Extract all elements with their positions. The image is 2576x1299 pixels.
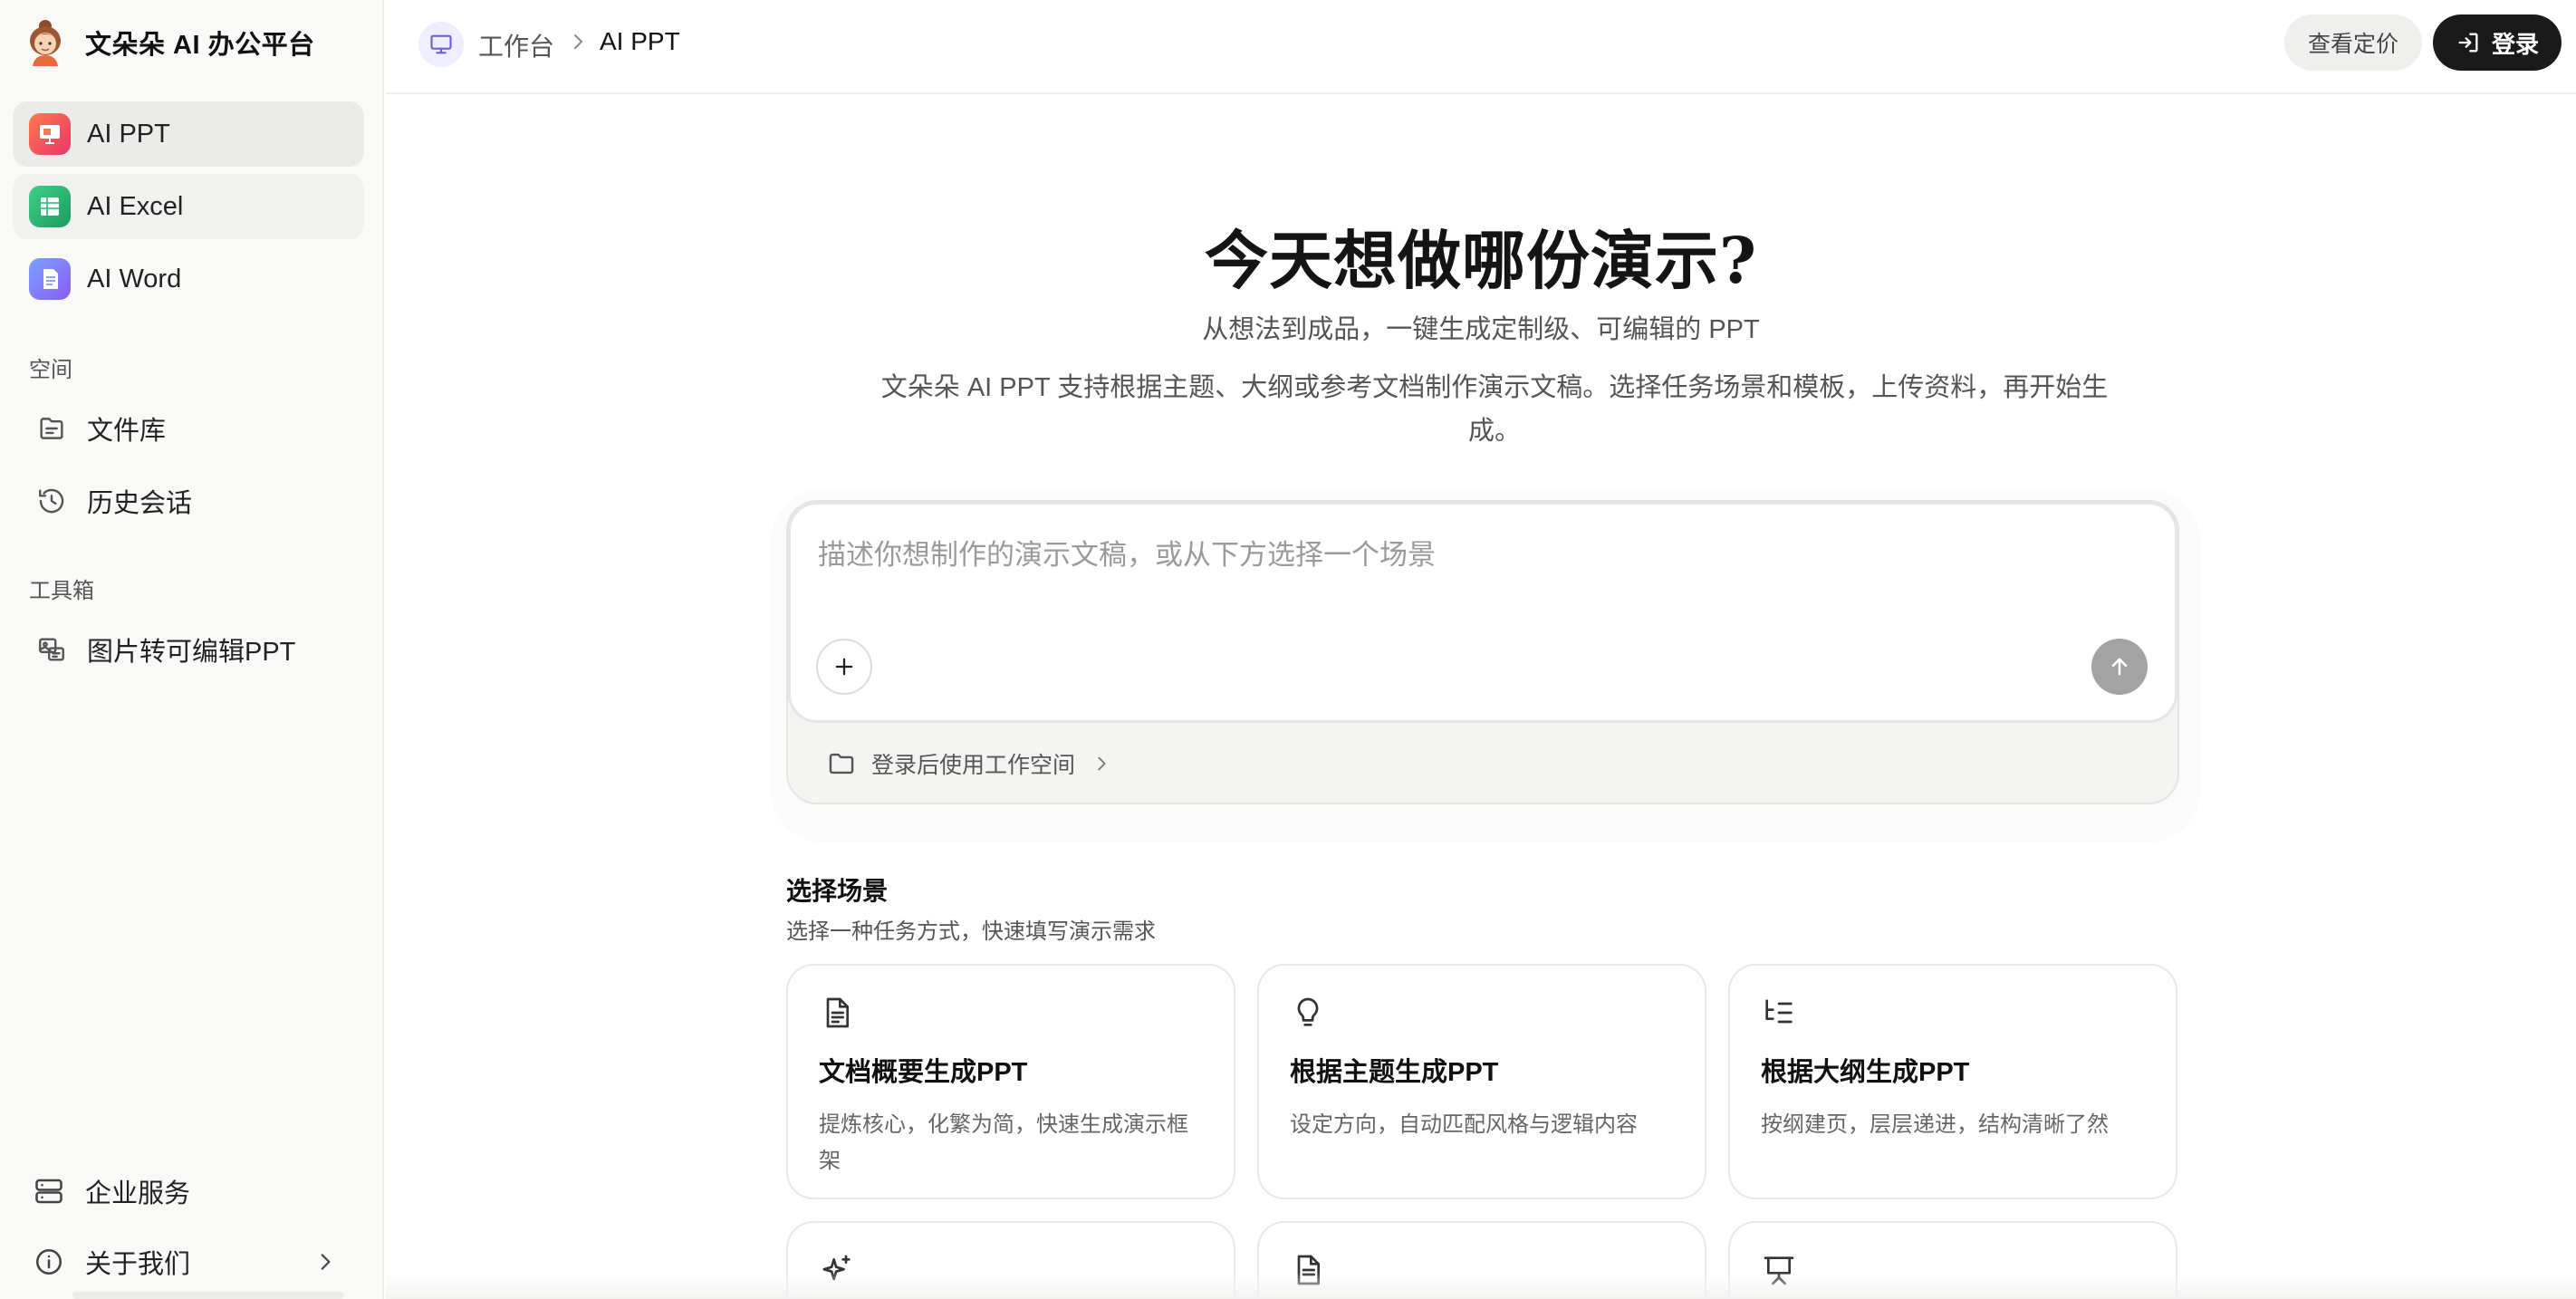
- prompt-composer: [788, 502, 2177, 723]
- sidebar-item-image-to-ppt[interactable]: 图片转可编辑PPT: [13, 618, 364, 681]
- bottom-fade: [386, 1272, 2576, 1299]
- sidebar-item-label: AI Excel: [87, 191, 184, 221]
- chevron-right-icon: [321, 1254, 331, 1270]
- scene-card-topic[interactable]: 根据主题生成PPT 设定方向，自动匹配风格与逻辑内容: [1257, 964, 1706, 1199]
- sidebar-item-label: 关于我们: [85, 1250, 191, 1279]
- sidebar-item-ai-word[interactable]: AI Word: [13, 246, 364, 312]
- chevron-right-icon: [1098, 756, 1106, 771]
- section-label-toolbox: 工具箱: [29, 579, 94, 603]
- top-header: 工作台 AI PPT 查看定价 登录: [386, 0, 2576, 94]
- folder-icon: [829, 753, 854, 775]
- scene-card-desc: 提炼核心，化繁为简，快速生成演示框架: [819, 1112, 1188, 1173]
- folder-library-icon: [40, 418, 63, 439]
- scenes-title: 选择场景: [786, 877, 889, 905]
- login-label: 登录: [2491, 30, 2539, 58]
- sidebar-item-label: AI Word: [87, 264, 182, 293]
- scene-card-outline[interactable]: 根据大纲生成PPT 按纲建页，层层递进，结构清晰了然: [1728, 964, 2177, 1199]
- scene-card-desc: 设定方向，自动匹配风格与逻辑内容: [1290, 1112, 1638, 1137]
- sidebar-item-label: 文件库: [87, 417, 167, 446]
- brand-avatar-icon: [30, 20, 61, 66]
- login-button[interactable]: 登录: [2433, 14, 2562, 71]
- sidebar-item-enterprise[interactable]: 企业服务: [13, 1161, 364, 1221]
- add-attachment-button[interactable]: [816, 639, 872, 695]
- login-icon: [2458, 33, 2478, 53]
- sidebar-item-about[interactable]: 关于我们: [13, 1232, 364, 1292]
- section-label-space: 空间: [29, 358, 72, 382]
- chevron-right-icon: [574, 34, 582, 49]
- history-icon: [39, 488, 64, 514]
- outline-icon: [1765, 999, 1793, 1024]
- sidebar-item-ai-ppt[interactable]: AI PPT: [13, 101, 364, 167]
- scene-card-title: 根据主题生成PPT: [1290, 1058, 1499, 1087]
- sidebar: 文朵朵 AI 办公平台 AI PPT AI Excel AI Word 空间 文…: [0, 0, 384, 1299]
- word-app-icon: [29, 258, 71, 300]
- scenes-subtitle: 选择一种任务方式，快速填写演示需求: [786, 919, 1156, 944]
- excel-app-icon: [29, 186, 71, 227]
- workspace-login-link[interactable]: 登录后使用工作空间: [826, 743, 1111, 784]
- breadcrumb-current: AI PPT: [600, 27, 680, 55]
- image-convert-icon: [39, 638, 64, 661]
- page-subtitle: 从想法到成品，一键生成定制级、可编辑的 PPT: [1202, 315, 1760, 344]
- lightbulb-icon: [1297, 997, 1319, 1026]
- plus-icon: [835, 658, 853, 676]
- breadcrumb-root[interactable]: 工作台: [478, 27, 554, 63]
- sidebar-item-label: AI PPT: [87, 119, 170, 149]
- sidebar-item-label: 图片转可编辑PPT: [87, 638, 296, 667]
- brand-name: 文朵朵 AI 办公平台: [85, 31, 315, 60]
- page-description: 文朵朵 AI PPT 支持根据主题、大纲或参考文档制作演示文稿。选择任务场景和模…: [880, 373, 2109, 446]
- scene-card-desc: 按纲建页，层层递进，结构清晰了然: [1761, 1112, 2109, 1137]
- page-title: 今天想做哪份演示?: [1204, 223, 1757, 298]
- sidebar-item-label: 历史会话: [87, 489, 193, 518]
- sidebar-item-history[interactable]: 历史会话: [13, 469, 364, 533]
- brand[interactable]: 文朵朵 AI 办公平台: [25, 16, 315, 69]
- scene-card-title: 文档概要生成PPT: [819, 1058, 1028, 1087]
- sidebar-item-file-library[interactable]: 文件库: [13, 397, 364, 460]
- sidebar-item-label: 企业服务: [85, 1179, 191, 1208]
- send-button[interactable]: [2091, 639, 2148, 695]
- server-icon: [35, 1179, 62, 1204]
- info-icon: [35, 1248, 62, 1275]
- sidebar-item-ai-excel[interactable]: AI Excel: [13, 174, 364, 239]
- view-pricing-button[interactable]: 查看定价: [2283, 14, 2422, 71]
- arrow-up-icon: [2111, 658, 2128, 676]
- presentation-crumb-icon: [418, 22, 464, 67]
- ppt-app-icon: [29, 113, 71, 155]
- sidebar-scroll-indicator: [72, 1292, 344, 1299]
- scene-card-title: 根据大纲生成PPT: [1761, 1058, 1970, 1087]
- scene-card-doc-summary[interactable]: 文档概要生成PPT 提炼核心，化繁为简，快速生成演示框架: [786, 964, 1235, 1199]
- workspace-link-label: 登录后使用工作空间: [871, 753, 1076, 778]
- document-icon: [826, 997, 849, 1028]
- prompt-input[interactable]: [818, 530, 2140, 581]
